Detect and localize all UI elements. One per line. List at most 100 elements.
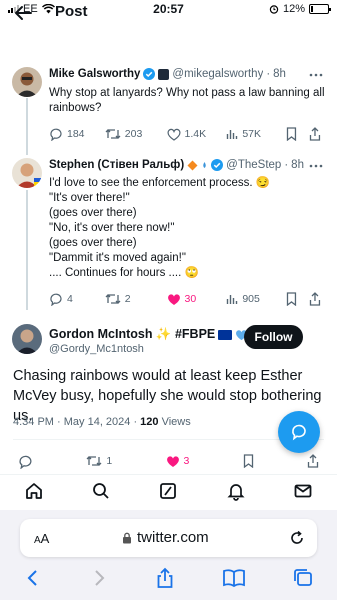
focus-author-row: Gordon McIntosh ✨ #FBPE bbox=[49, 327, 248, 342]
reload-icon[interactable] bbox=[289, 530, 305, 546]
bottom-nav bbox=[0, 474, 337, 506]
repost-icon bbox=[105, 129, 121, 139]
url-text: twitter.com bbox=[137, 529, 209, 546]
tweet-line: "It's over there!" bbox=[49, 192, 130, 204]
views-button[interactable]: 905 bbox=[226, 293, 286, 305]
like-button[interactable]: 30 bbox=[167, 293, 227, 306]
address-bar[interactable]: AA twitter.com bbox=[20, 519, 317, 557]
repost-button[interactable]: 1 bbox=[86, 454, 112, 468]
grok-tab[interactable] bbox=[158, 481, 178, 501]
grok-icon bbox=[160, 482, 177, 499]
follow-button[interactable]: Follow bbox=[244, 325, 303, 349]
repost-icon bbox=[105, 294, 121, 304]
avatar[interactable] bbox=[12, 158, 42, 188]
bookmark-icon[interactable] bbox=[243, 454, 254, 468]
battery-icon bbox=[309, 4, 331, 14]
reply-icon[interactable] bbox=[18, 454, 33, 469]
tweet-line: I'd love to see the enforcement process.… bbox=[49, 177, 271, 189]
droplets-icon bbox=[203, 161, 206, 168]
tweet-time[interactable]: 8h bbox=[273, 68, 286, 80]
text-size-button[interactable]: AA bbox=[34, 531, 49, 546]
tweet-meta: 4:34 PM · May 14, 2024 · 120 Views bbox=[13, 416, 191, 428]
status-bar: EE 20:57 12% bbox=[0, 0, 337, 18]
author-handle[interactable]: @TheStep bbox=[226, 159, 281, 171]
tweet-text: Why stop at lanyards? Why not pass a law… bbox=[49, 87, 325, 114]
bookmark-icon[interactable] bbox=[286, 292, 297, 306]
tweet-actions: 184 203 1.4K 57K bbox=[49, 126, 321, 142]
share-sheet-icon[interactable] bbox=[155, 567, 175, 589]
views-chart-icon bbox=[227, 295, 238, 304]
verified-badge-icon bbox=[211, 159, 224, 171]
reply-count: 184 bbox=[67, 128, 85, 140]
tabs-icon[interactable] bbox=[292, 568, 314, 588]
reply-count: 4 bbox=[67, 293, 73, 305]
tweet-text: I'd love to see the enforcement process.… bbox=[49, 176, 327, 281]
like-count: 30 bbox=[184, 293, 197, 305]
search-tab[interactable] bbox=[91, 481, 111, 501]
tweet-timestamp[interactable]: 4:34 PM · May 14, 2024 · bbox=[13, 416, 140, 428]
back-arrow-icon[interactable] bbox=[12, 2, 34, 24]
views-chart-icon bbox=[227, 130, 238, 139]
wifi-icon bbox=[41, 4, 55, 14]
bookmark-icon[interactable] bbox=[286, 127, 297, 141]
author-name[interactable]: Stephen (Стівен Ральф) bbox=[49, 159, 184, 171]
alarm-icon bbox=[269, 5, 279, 14]
bookmarks-icon[interactable] bbox=[222, 568, 246, 588]
search-icon bbox=[93, 482, 109, 499]
tweet-line: "No, it's over there now!" bbox=[49, 222, 175, 234]
views-button[interactable]: 57K bbox=[226, 128, 286, 140]
home-icon bbox=[25, 482, 42, 499]
url-display[interactable]: twitter.com bbox=[122, 529, 209, 546]
browser-toolbar: AA twitter.com bbox=[0, 510, 337, 600]
like-count: 3 bbox=[183, 455, 190, 467]
bell-icon bbox=[227, 483, 245, 501]
repost-button[interactable]: 203 bbox=[105, 127, 167, 141]
reply-button[interactable]: 4 bbox=[49, 292, 105, 306]
like-button[interactable]: 1.4K bbox=[167, 128, 227, 141]
share-icon[interactable] bbox=[307, 454, 319, 468]
home-tab[interactable] bbox=[24, 481, 44, 501]
affiliate-badge-icon bbox=[158, 68, 170, 80]
author-handle[interactable]: @mikegalsworthy bbox=[172, 68, 263, 80]
messages-tab[interactable] bbox=[293, 481, 313, 501]
tweet-actions: 4 2 30 905 bbox=[49, 291, 321, 307]
share-icon[interactable] bbox=[309, 292, 321, 306]
tweet-time[interactable]: 8h bbox=[291, 159, 304, 171]
reply-button[interactable]: 184 bbox=[49, 127, 105, 141]
views-count: 57K bbox=[242, 128, 261, 140]
reply-icon bbox=[50, 128, 62, 141]
author-handle[interactable]: @Gordy_Mc1ntosh bbox=[49, 343, 144, 355]
notifications-tab[interactable] bbox=[226, 481, 246, 501]
compose-reply-button[interactable] bbox=[278, 411, 320, 453]
separator-dot: · bbox=[266, 68, 271, 80]
mail-icon bbox=[294, 484, 312, 497]
like-count: 1.4K bbox=[184, 128, 207, 140]
divider bbox=[13, 439, 324, 440]
heart-filled-icon bbox=[166, 455, 179, 467]
avatar[interactable] bbox=[12, 67, 42, 97]
author-name[interactable]: Gordon McIntosh ✨ #FBPE bbox=[49, 327, 215, 342]
more-options-icon[interactable] bbox=[309, 164, 323, 168]
battery-percent: 12% bbox=[282, 3, 305, 15]
heart-filled-icon bbox=[167, 293, 180, 305]
like-button[interactable]: 3 bbox=[166, 455, 190, 468]
repost-count: 1 bbox=[106, 455, 113, 467]
verified-badge-icon bbox=[143, 68, 156, 80]
author-name[interactable]: Mike Galsworthy bbox=[49, 68, 140, 80]
tweet-line: (goes over there) bbox=[49, 207, 137, 219]
more-options-icon[interactable] bbox=[309, 73, 323, 77]
avatar[interactable] bbox=[12, 324, 42, 354]
lock-icon bbox=[123, 532, 131, 543]
browser-forward-icon[interactable] bbox=[89, 568, 109, 588]
orange-diamond-icon bbox=[187, 160, 198, 170]
separator-dot: · bbox=[284, 159, 289, 171]
share-icon[interactable] bbox=[309, 127, 321, 141]
repost-button[interactable]: 2 bbox=[105, 292, 167, 306]
eu-flag-icon bbox=[218, 329, 233, 340]
repost-icon bbox=[86, 456, 102, 466]
views-count: 120 bbox=[140, 416, 159, 428]
browser-back-icon[interactable] bbox=[23, 568, 43, 588]
tweet-header: Stephen (Стівен Ральф) @TheStep · 8h bbox=[49, 159, 327, 171]
browser-nav-bar bbox=[0, 567, 337, 589]
compose-bubble-icon bbox=[292, 424, 306, 441]
